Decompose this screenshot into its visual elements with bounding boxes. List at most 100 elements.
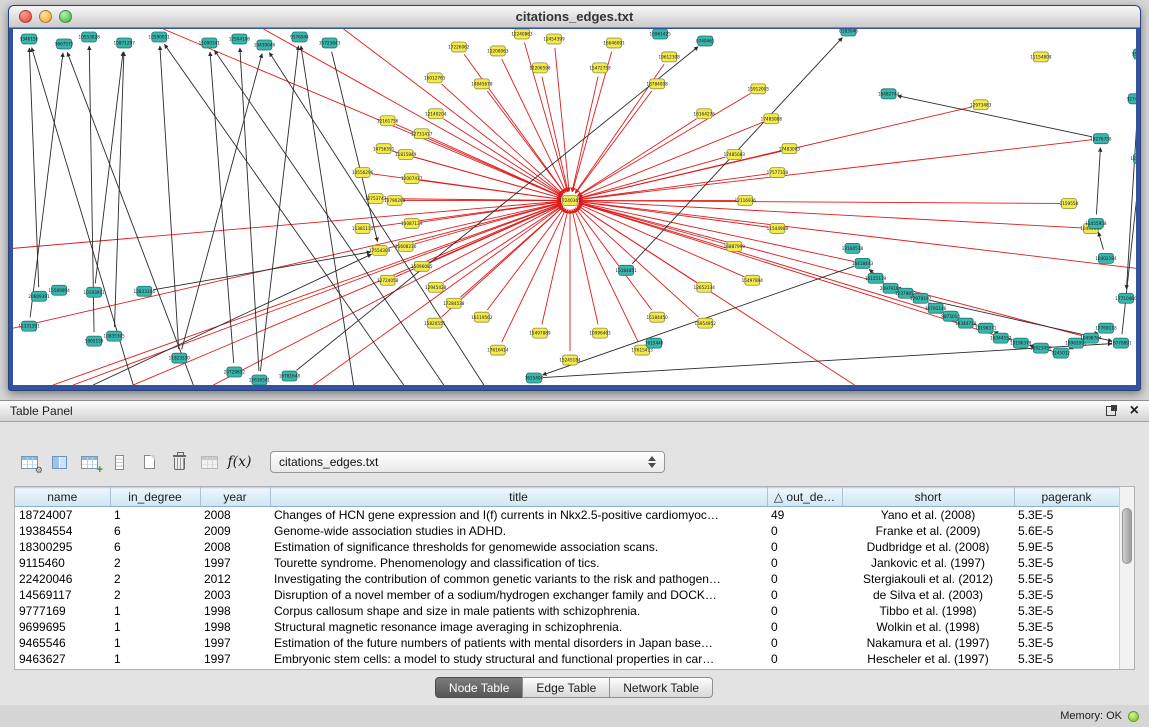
- cell-name: 19384554: [15, 523, 110, 539]
- table-row[interactable]: 2242004622012Investigating the contribut…: [15, 571, 1119, 587]
- cell-year: 1997: [200, 555, 270, 571]
- cell-year: 1998: [200, 619, 270, 635]
- close-panel-icon[interactable]: ×: [1130, 404, 1139, 418]
- column-header-out_degree[interactable]: △ out_de…: [767, 488, 842, 507]
- svg-text:10402194: 10402194: [1095, 256, 1117, 261]
- svg-text:13087139: 13087139: [401, 221, 423, 226]
- network-window-titlebar[interactable]: citations_edges.txt: [9, 6, 1140, 28]
- close-window-button[interactable]: [19, 10, 32, 23]
- cell-out_degree: 0: [767, 603, 842, 619]
- table-row[interactable]: 946362711997Embryonic stem cells: a mode…: [15, 651, 1119, 667]
- network-selector-dropdown[interactable]: citations_edges.txt: [270, 451, 665, 473]
- network-selector-value: citations_edges.txt: [279, 455, 378, 469]
- svg-text:18784008: 18784008: [646, 81, 668, 86]
- svg-text:11544908: 11544908: [767, 226, 789, 231]
- svg-text:9346156: 9346156: [20, 37, 39, 42]
- scrollbar-thumb[interactable]: [1122, 508, 1132, 564]
- cell-title: Genome-wide association studies in ADHD.: [270, 523, 767, 539]
- tab-node-table[interactable]: Node Table: [435, 677, 524, 698]
- cell-short: Wolkin et al. (1998): [842, 619, 1014, 635]
- citation-network-graph[interactable]: 1724036512116936174850831616427618784008…: [13, 29, 1136, 385]
- svg-text:14756591: 14756591: [373, 146, 395, 151]
- svg-text:12208063: 12208063: [487, 49, 509, 54]
- cell-pagerank: 5.3E-5: [1014, 587, 1119, 603]
- rename-table-button[interactable]: [196, 449, 223, 476]
- svg-text:9554624: 9554624: [1132, 52, 1136, 57]
- svg-text:16887999: 16887999: [724, 244, 746, 249]
- svg-text:15184450: 15184450: [646, 315, 668, 320]
- column-header-pagerank[interactable]: pagerank: [1014, 488, 1119, 507]
- table-panel-title: Table Panel: [10, 404, 73, 418]
- table-row[interactable]: 1872400712008Changes of HCN gene express…: [15, 507, 1119, 523]
- svg-text:15096085: 15096085: [411, 264, 433, 269]
- minimize-window-button[interactable]: [39, 10, 52, 23]
- cell-in_degree: 6: [110, 523, 200, 539]
- table-row[interactable]: 1830029562008Estimation of significance …: [15, 539, 1119, 555]
- column-header-name[interactable]: name: [15, 488, 110, 507]
- tab-edge-table[interactable]: Edge Table: [522, 677, 610, 698]
- network-canvas[interactable]: 1724036512116936174850831616427618784008…: [13, 29, 1136, 385]
- table-row[interactable]: 1938455462009Genome-wide association stu…: [15, 523, 1119, 539]
- edit-columns-button[interactable]: +: [76, 449, 103, 476]
- cell-out_degree: 0: [767, 651, 842, 667]
- svg-text:1159558: 1159558: [1060, 201, 1079, 206]
- cell-title: Embryonic stem cells: a model to study s…: [270, 651, 767, 667]
- zoom-window-button[interactable]: [59, 10, 72, 23]
- cell-name: 9777169: [15, 603, 110, 619]
- svg-text:16778891: 16778891: [1110, 341, 1132, 346]
- show-columns-button[interactable]: [46, 449, 73, 476]
- cell-pagerank: 5.3E-5: [1014, 555, 1119, 571]
- row-height-button[interactable]: [106, 449, 133, 476]
- svg-text:12652134: 12652134: [694, 285, 716, 290]
- cell-year: 2008: [200, 507, 270, 523]
- node-table: namein_degreeyeartitle△ out_de…shortpage…: [15, 487, 1120, 667]
- cell-pagerank: 5.3E-5: [1014, 507, 1119, 523]
- table-settings-button[interactable]: ⚙: [16, 449, 43, 476]
- cell-pagerank: 5.3E-5: [1014, 635, 1119, 651]
- network-window-title: citations_edges.txt: [9, 9, 1140, 24]
- svg-text:11455958: 11455958: [1085, 221, 1107, 226]
- svg-text:16418443: 16418443: [852, 261, 874, 266]
- svg-text:17226062: 17226062: [448, 45, 470, 50]
- table-row[interactable]: 977716911998Corpus callosum shape and si…: [15, 603, 1119, 619]
- delete-column-button[interactable]: [166, 449, 193, 476]
- table-row[interactable]: 969969511998Structural magnetic resonanc…: [15, 619, 1119, 635]
- float-panel-icon[interactable]: [1106, 406, 1116, 416]
- svg-text:17284538: 17284538: [443, 301, 465, 306]
- column-header-year[interactable]: year: [200, 488, 270, 507]
- svg-text:15497889: 15497889: [529, 331, 551, 336]
- table-row[interactable]: 946554611997Estimation of the future num…: [15, 635, 1119, 651]
- cell-year: 1998: [200, 603, 270, 619]
- cell-year: 1997: [200, 635, 270, 651]
- cell-pagerank: 5.5E-5: [1014, 571, 1119, 587]
- function-builder-button[interactable]: f(x): [226, 449, 253, 476]
- svg-text:17577318: 17577318: [767, 170, 789, 175]
- table-row[interactable]: 911546021997Tourette syndrome. Phenomeno…: [15, 555, 1119, 571]
- svg-text:12973483: 12973483: [970, 102, 992, 107]
- create-column-button[interactable]: [136, 449, 163, 476]
- table-row[interactable]: 1456911722003Disruption of a novel membe…: [15, 587, 1119, 603]
- svg-text:15184451: 15184451: [615, 268, 637, 273]
- table-scrollbar[interactable]: [1119, 487, 1134, 669]
- cell-out_degree: 0: [767, 523, 842, 539]
- svg-text:10498764: 10498764: [1080, 336, 1102, 341]
- cell-out_degree: 49: [767, 507, 842, 523]
- column-header-in_degree[interactable]: in_degree: [110, 488, 200, 507]
- tab-network-table[interactable]: Network Table: [609, 677, 713, 698]
- cell-title: Corpus callosum shape and size in male p…: [270, 603, 767, 619]
- cell-title: Investigating the contribution of common…: [270, 571, 767, 587]
- column-header-title[interactable]: title: [270, 488, 767, 507]
- desktop: citations_edges.txt 17240365121169361748…: [0, 0, 1149, 727]
- column-header-short[interactable]: short: [842, 488, 1014, 507]
- svg-text:7615448: 7615448: [645, 341, 664, 346]
- svg-text:12007417: 12007417: [401, 176, 423, 181]
- table-disabled-icon: [201, 456, 218, 469]
- cell-name: 9115460: [15, 555, 110, 571]
- svg-text:15497894: 15497894: [742, 278, 764, 283]
- node-table-container: namein_degreeyeartitle△ out_de…shortpage…: [14, 486, 1135, 670]
- cell-out_degree: 0: [767, 539, 842, 555]
- svg-text:12160518: 12160518: [842, 246, 864, 251]
- cell-pagerank: 5.3E-5: [1014, 619, 1119, 635]
- svg-text:35723843: 35723843: [319, 41, 341, 46]
- memory-status-label: Memory: OK: [1060, 710, 1122, 722]
